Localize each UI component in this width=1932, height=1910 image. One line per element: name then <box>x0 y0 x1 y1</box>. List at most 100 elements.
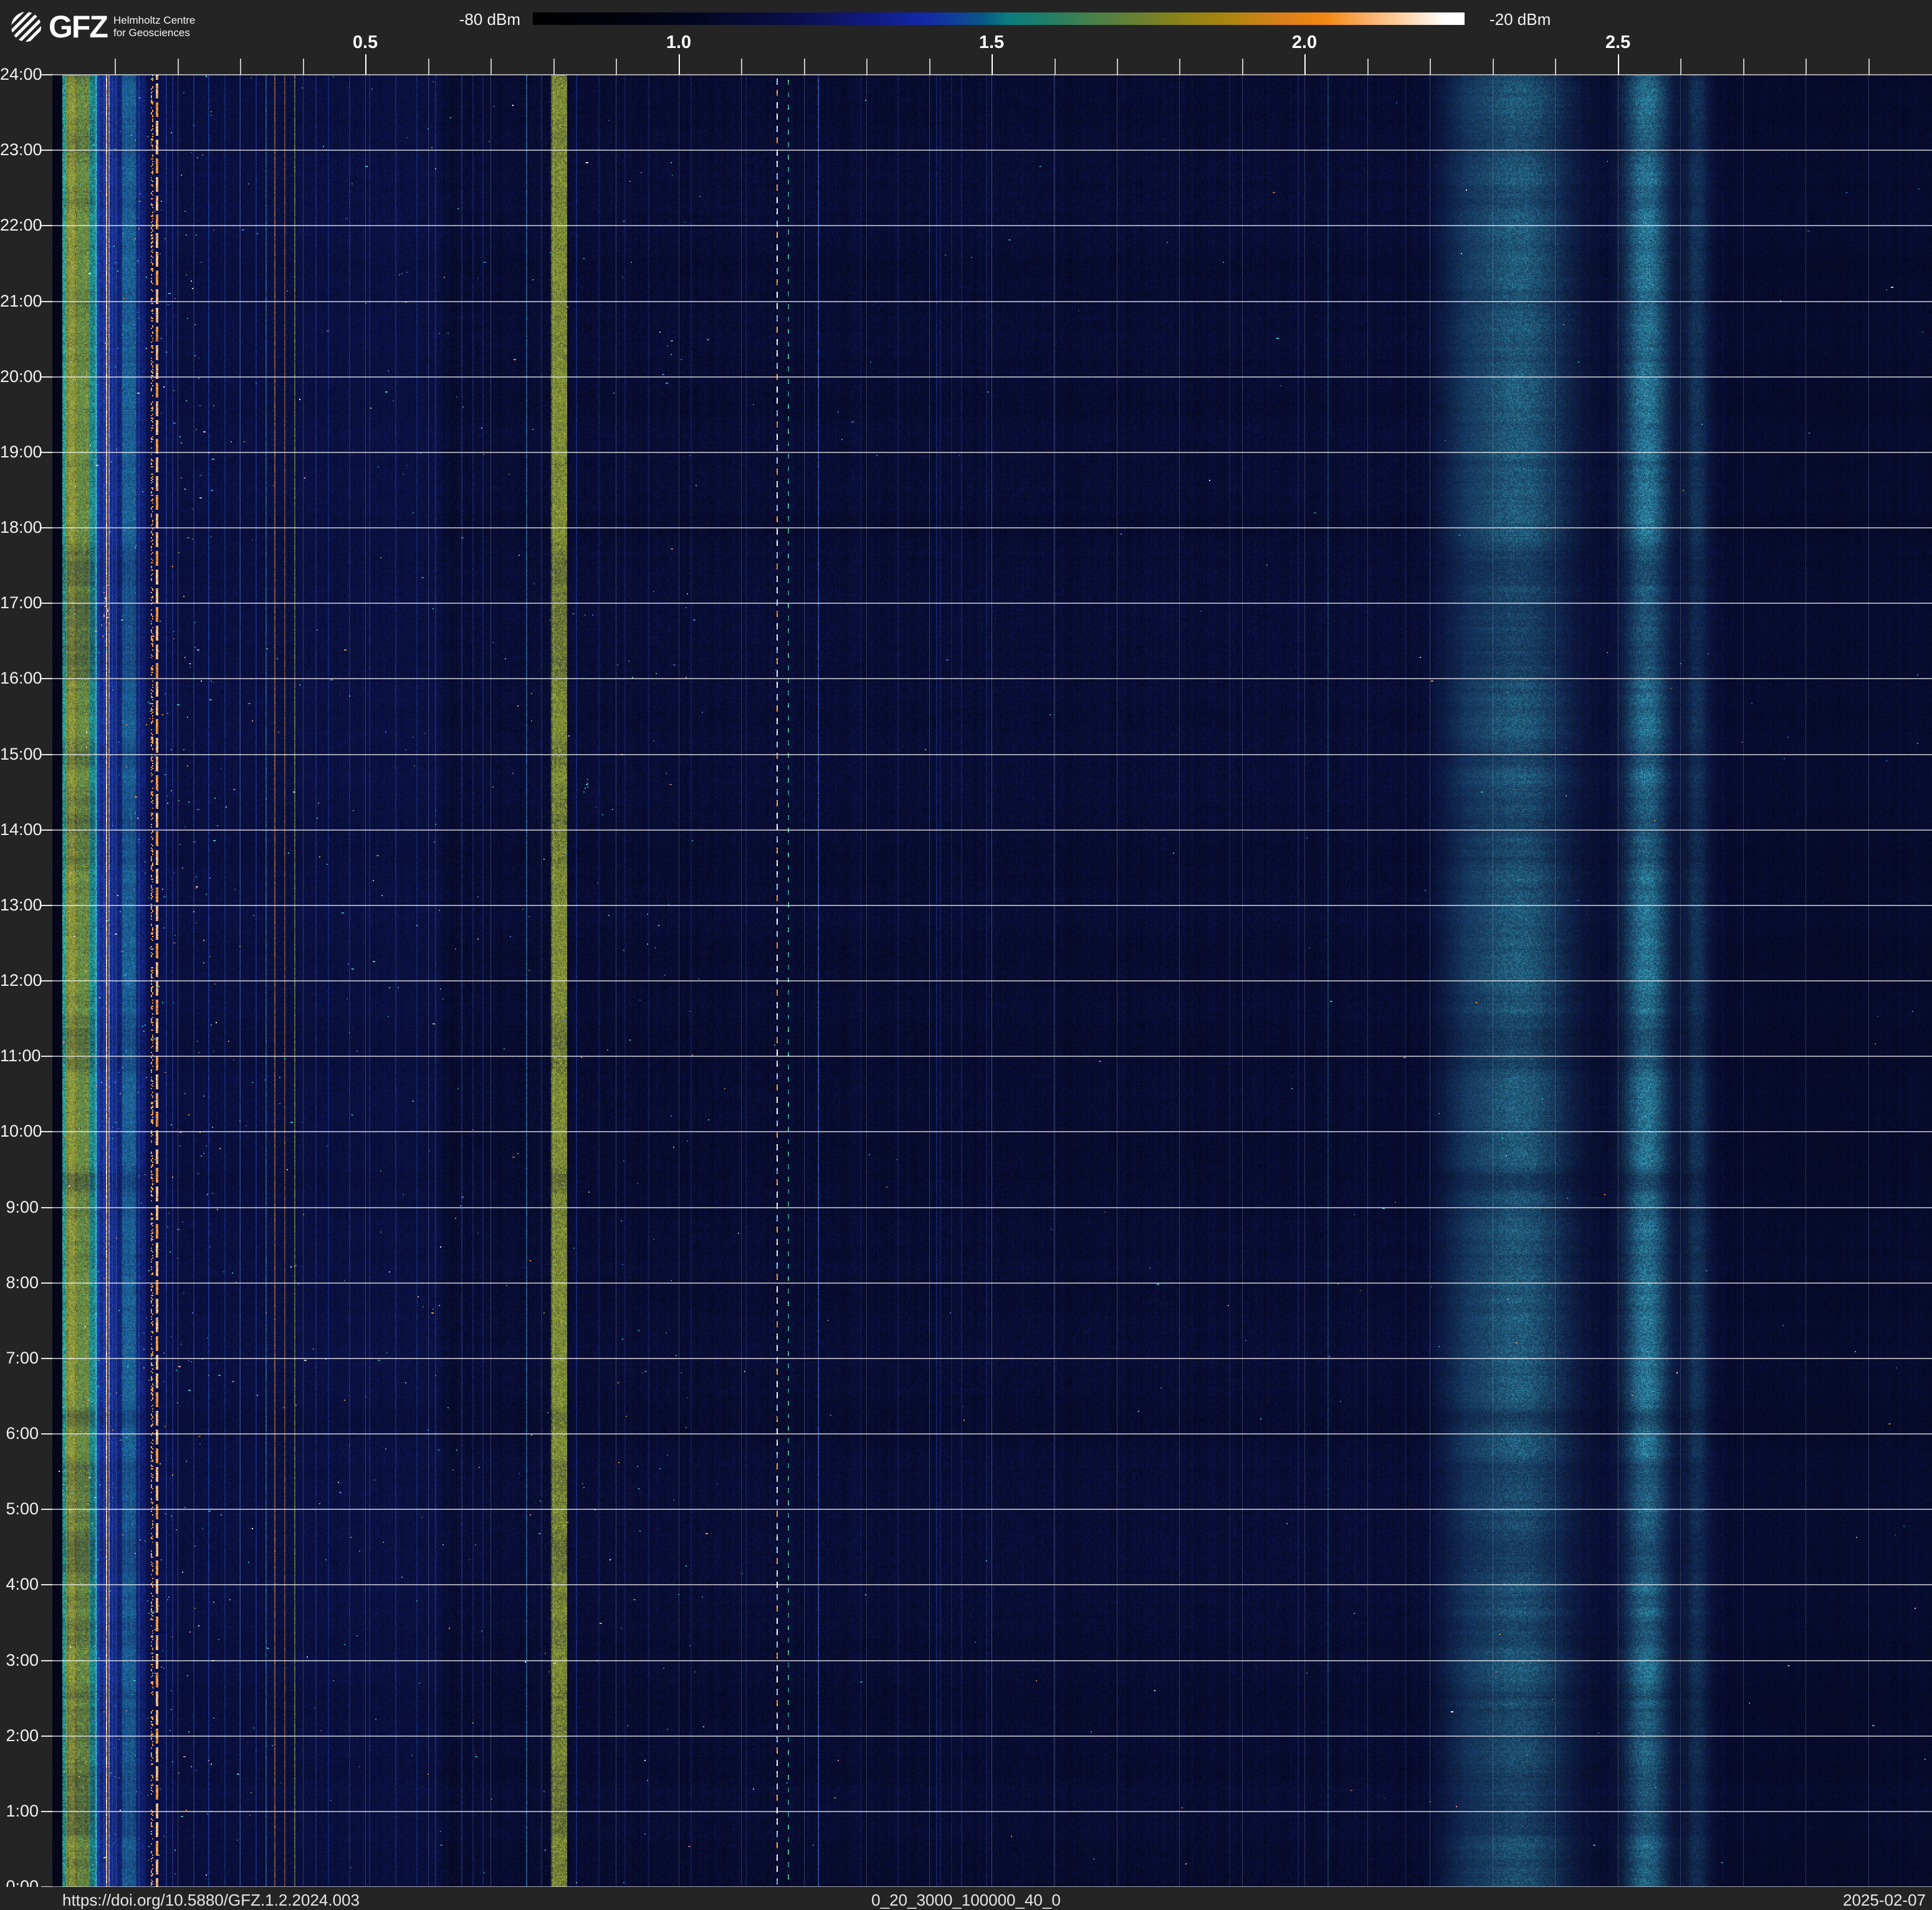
freq-tick <box>992 54 993 75</box>
time-tick <box>41 980 52 981</box>
freq-tick <box>428 59 429 75</box>
freq-tick <box>178 59 179 75</box>
time-axis-label: 4:00 <box>0 1575 39 1594</box>
freq-tick <box>1805 59 1807 75</box>
freq-axis-label: 2.0 <box>1279 32 1329 53</box>
logo-text: GFZ <box>49 9 107 45</box>
hour-gridline <box>52 1433 1932 1435</box>
time-tick <box>41 1736 52 1737</box>
freq-tick <box>804 59 805 75</box>
time-axis-label: 9:00 <box>0 1198 39 1217</box>
time-tick <box>41 1056 52 1057</box>
hour-gridline <box>52 754 1932 755</box>
freq-tick <box>1430 59 1431 75</box>
freq-gridline <box>1179 75 1180 1887</box>
time-axis-label: 12:00 <box>0 971 39 990</box>
freq-gridline <box>1743 75 1744 1887</box>
freq-tick <box>1618 54 1619 75</box>
freq-gridline <box>303 75 304 1887</box>
time-axis-label: 1:00 <box>0 1802 39 1821</box>
freq-tick <box>1117 59 1118 75</box>
hour-gridline <box>52 74 1932 75</box>
time-tick <box>41 376 52 378</box>
hour-gridline <box>52 1207 1932 1208</box>
freq-gridline <box>365 75 366 1887</box>
time-tick <box>41 527 52 528</box>
time-tick <box>41 225 52 226</box>
logo-subtitle-line1: Helmholtz Centre <box>113 14 195 27</box>
freq-tick <box>1680 59 1681 75</box>
time-axis-label: 23:00 <box>0 140 39 160</box>
time-tick <box>41 1282 52 1284</box>
freq-tick <box>1054 59 1056 75</box>
freq-tick <box>679 54 680 75</box>
hour-gridline <box>52 678 1932 679</box>
time-axis-label: 10:00 <box>0 1122 39 1141</box>
time-tick <box>41 829 52 831</box>
freq-tick <box>1242 59 1243 75</box>
hour-gridline <box>52 527 1932 528</box>
hour-gridline <box>52 1358 1932 1359</box>
time-tick <box>41 452 52 453</box>
freq-gridline <box>1304 75 1305 1887</box>
time-axis-label: 21:00 <box>0 292 39 311</box>
time-tick <box>41 1207 52 1208</box>
hour-gridline <box>52 376 1932 378</box>
time-axis-label: 22:00 <box>0 216 39 235</box>
time-tick <box>41 1509 52 1510</box>
time-tick <box>41 74 52 75</box>
freq-gridline <box>1367 75 1368 1887</box>
logo-subtitle-line2: for Geosciences <box>113 27 195 39</box>
hour-gridline <box>52 1282 1932 1284</box>
footer-bar: https://doi.org/10.5880/GFZ.1.2.2024.003… <box>0 1887 1932 1909</box>
freq-gridline <box>1555 75 1556 1887</box>
time-tick <box>41 603 52 604</box>
time-axis-label: 5:00 <box>0 1499 39 1519</box>
freq-tick <box>929 59 930 75</box>
freq-axis-label: 1.0 <box>654 32 704 53</box>
gfz-logo: GFZ Helmholtz Centre for Geosciences <box>11 9 195 45</box>
hour-gridline <box>52 905 1932 906</box>
time-axis-label: 14:00 <box>0 820 39 839</box>
freq-gridline <box>1054 75 1055 1887</box>
freq-tick <box>1868 59 1870 75</box>
freq-gridline <box>866 75 867 1887</box>
time-tick <box>41 905 52 906</box>
time-tick <box>41 150 52 151</box>
freq-tick <box>490 59 492 75</box>
time-axis-label: 18:00 <box>0 518 39 537</box>
time-tick <box>41 1433 52 1435</box>
time-axis-label: 6:00 <box>0 1424 39 1443</box>
hour-gridline <box>52 1131 1932 1132</box>
freq-gridline <box>1680 75 1681 1887</box>
hour-gridline <box>52 829 1932 831</box>
time-axis-label: 13:00 <box>0 895 39 915</box>
freq-gridline <box>1242 75 1243 1887</box>
freq-tick <box>1555 59 1556 75</box>
hour-gridline <box>52 603 1932 604</box>
freq-tick <box>616 59 617 75</box>
hour-gridline <box>52 1056 1932 1057</box>
freq-gridline <box>1868 75 1869 1887</box>
hour-gridline <box>52 1660 1932 1661</box>
freq-gridline <box>741 75 742 1887</box>
freq-gridline <box>553 75 554 1887</box>
freq-tick <box>1367 59 1369 75</box>
time-axis-label: 17:00 <box>0 593 39 613</box>
freq-tick <box>1304 54 1306 75</box>
hour-gridline <box>52 301 1932 302</box>
colorbar <box>533 12 1465 25</box>
plot-area <box>52 75 1932 1887</box>
hour-gridline <box>52 1736 1932 1737</box>
time-tick <box>41 1584 52 1585</box>
freq-axis-label: 1.5 <box>967 32 1016 53</box>
colorbar-max-label: -20 dBm <box>1490 10 1551 29</box>
hour-gridline <box>52 980 1932 981</box>
freq-tick <box>1493 59 1494 75</box>
date-label: 2025-02-07 <box>0 1891 1926 1910</box>
colorbar-min-label: -80 dBm <box>430 10 520 29</box>
hour-gridline <box>52 150 1932 151</box>
freq-gridline <box>1618 75 1619 1887</box>
time-axis-label: 19:00 <box>0 442 39 462</box>
time-tick <box>41 301 52 302</box>
